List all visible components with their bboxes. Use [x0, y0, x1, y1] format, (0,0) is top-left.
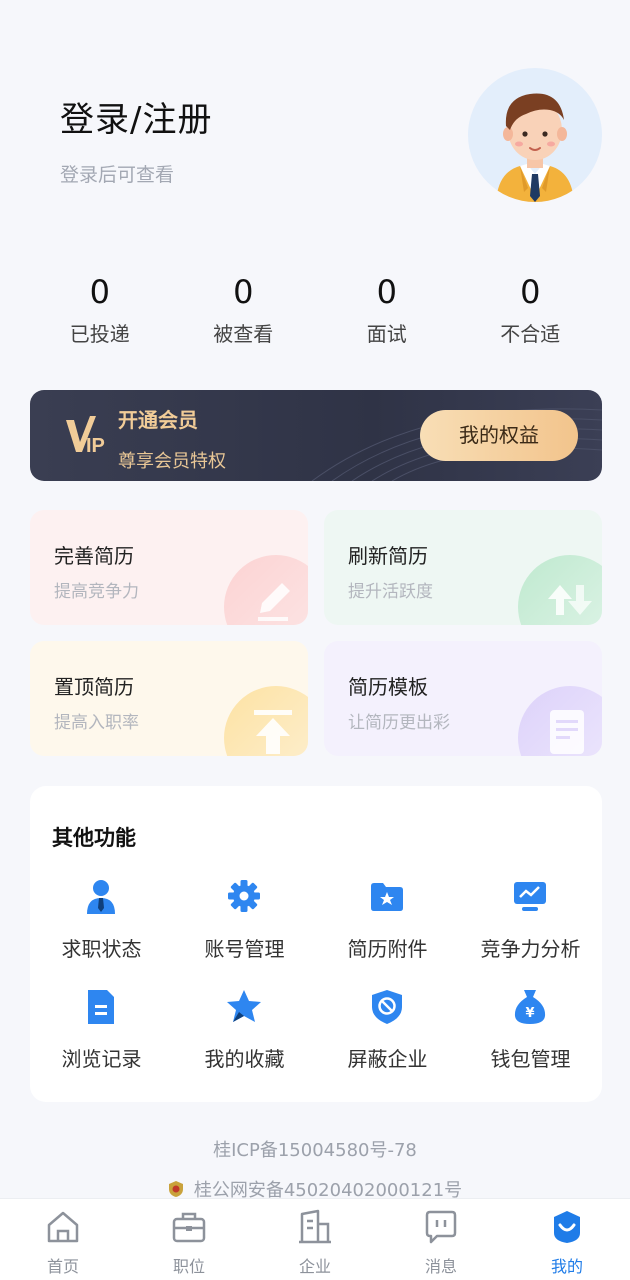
person-tie-icon — [83, 878, 119, 916]
stat-value: 0 — [233, 273, 254, 311]
block-companies-item[interactable]: 屏蔽企业 — [316, 988, 459, 1078]
resume-template-card[interactable]: 简历模板 让简历更出彩 — [324, 641, 602, 756]
vip-subtitle: 尊享会员特权 — [118, 451, 226, 472]
browsing-history-item[interactable]: 浏览记录 — [30, 988, 173, 1078]
function-label: 求职状态 — [61, 937, 142, 961]
job-status-item[interactable]: 求职状态 — [30, 878, 173, 968]
building-icon — [297, 1209, 333, 1245]
file-icon — [83, 988, 119, 1026]
stat-viewed[interactable]: 0 被查看 — [172, 272, 316, 352]
bottom-tab-bar: 首页 职位 企业 消息 我的 — [0, 1198, 630, 1280]
tab-label: 职位 — [172, 1257, 205, 1276]
vip-banner[interactable]: IP 开通会员 尊享会员特权 我的权益 — [30, 390, 602, 481]
tab-profile[interactable]: 我的 — [504, 1199, 630, 1280]
stat-value: 0 — [376, 273, 397, 311]
briefcase-icon — [171, 1209, 207, 1245]
stat-label: 不合适 — [500, 322, 561, 346]
stat-delivered[interactable]: 0 已投递 — [28, 272, 172, 352]
tab-label: 消息 — [424, 1257, 457, 1276]
login-register-link[interactable]: 登录/注册 — [60, 92, 212, 141]
svg-text:¥: ¥ — [525, 1006, 534, 1021]
card-subtitle: 提升活跃度 — [348, 582, 433, 602]
star-icon — [226, 988, 262, 1026]
police-badge-icon — [168, 1180, 184, 1198]
avatar[interactable] — [468, 68, 602, 202]
tab-messages[interactable]: 消息 — [378, 1199, 504, 1280]
stat-label: 已投递 — [69, 322, 130, 346]
stat-value: 0 — [520, 273, 541, 311]
tab-home[interactable]: 首页 — [0, 1199, 126, 1280]
icp-record[interactable]: 桂ICP备15004580号-78 — [0, 1136, 630, 1162]
login-hint: 登录后可查看 — [60, 164, 175, 186]
account-management-item[interactable]: 账号管理 — [173, 878, 316, 968]
stat-interview[interactable]: 0 面试 — [315, 272, 459, 352]
monitor-chart-icon — [512, 878, 548, 916]
vip-logo-text: IP — [86, 435, 105, 456]
other-functions-panel: 其他功能 求职状态 账号管理 简历附件 竞争力分析 浏览记录 我的收藏 屏蔽企业… — [30, 786, 602, 1102]
folder-star-icon — [369, 878, 405, 916]
card-title: 置顶简历 — [54, 675, 134, 699]
tab-label: 我的 — [550, 1257, 583, 1276]
tab-label: 企业 — [298, 1257, 331, 1276]
profile-icon — [549, 1209, 585, 1245]
other-functions-title: 其他功能 — [52, 826, 136, 850]
gear-icon — [226, 878, 262, 916]
tab-jobs[interactable]: 职位 — [126, 1199, 252, 1280]
function-label: 账号管理 — [204, 937, 285, 961]
vip-title: 开通会员 — [118, 408, 198, 432]
function-label: 屏蔽企业 — [347, 1047, 428, 1071]
tab-label: 首页 — [46, 1257, 79, 1276]
vip-logo-icon: IP — [64, 412, 116, 457]
tab-companies[interactable]: 企业 — [252, 1199, 378, 1280]
function-label: 钱包管理 — [490, 1047, 571, 1071]
document-icon — [518, 686, 602, 756]
resume-attachment-item[interactable]: 简历附件 — [316, 878, 459, 968]
shield-block-icon — [369, 988, 405, 1026]
my-benefits-button[interactable]: 我的权益 — [420, 410, 578, 461]
card-subtitle: 让简历更出彩 — [348, 713, 450, 733]
pencil-icon — [224, 555, 308, 625]
function-label: 简历附件 — [347, 937, 428, 961]
stat-label: 面试 — [366, 322, 407, 346]
money-bag-icon: ¥ — [512, 988, 548, 1026]
stat-label: 被查看 — [213, 322, 274, 346]
profile-header: 登录/注册 登录后可查看 — [0, 0, 630, 240]
card-subtitle: 提高入职率 — [54, 713, 139, 733]
competitiveness-analysis-item[interactable]: 竞争力分析 — [459, 878, 602, 968]
card-title: 刷新简历 — [348, 544, 428, 568]
my-favorites-item[interactable]: 我的收藏 — [173, 988, 316, 1078]
wallet-management-item[interactable]: ¥ 钱包管理 — [459, 988, 602, 1078]
stat-unsuitable[interactable]: 0 不合适 — [459, 272, 603, 352]
card-title: 完善简历 — [54, 544, 134, 568]
message-icon — [423, 1209, 459, 1245]
card-title: 简历模板 — [348, 675, 428, 699]
refresh-resume-card[interactable]: 刷新简历 提升活跃度 — [324, 510, 602, 625]
stat-value: 0 — [89, 273, 110, 311]
function-label: 浏览记录 — [61, 1047, 142, 1071]
function-label: 竞争力分析 — [480, 937, 581, 961]
top-arrow-icon — [224, 686, 308, 756]
home-icon — [45, 1209, 81, 1245]
function-label: 我的收藏 — [204, 1047, 285, 1071]
card-subtitle: 提高竞争力 — [54, 582, 139, 602]
top-resume-card[interactable]: 置顶简历 提高入职率 — [30, 641, 308, 756]
improve-resume-card[interactable]: 完善简历 提高竞争力 — [30, 510, 308, 625]
refresh-icon — [518, 555, 602, 625]
application-stats: 0 已投递 0 被查看 0 面试 0 不合适 — [28, 272, 602, 352]
